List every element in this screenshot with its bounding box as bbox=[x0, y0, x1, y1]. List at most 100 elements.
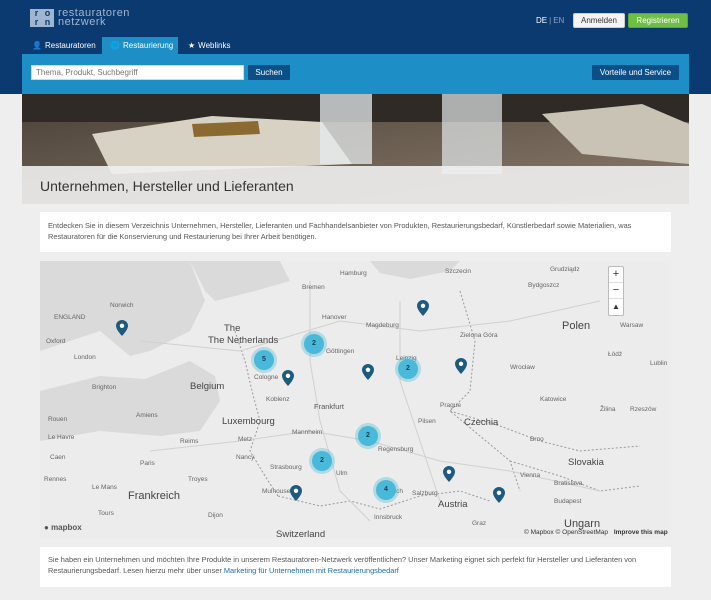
map-label-frankreich: Frankreich bbox=[128, 490, 180, 502]
map-label-oxford: Oxford bbox=[46, 338, 66, 345]
map-label-strasbourg: Strasbourg bbox=[270, 464, 302, 471]
map-label-luxembourg: Luxembourg bbox=[222, 416, 275, 427]
map-label-the-netherlands: The Netherlands bbox=[208, 335, 278, 346]
map-label-graz: Graz bbox=[472, 520, 486, 527]
map-label-bydgoszcz: Bydgoszcz bbox=[528, 282, 559, 289]
intro-text: Entdecken Sie in diesem Verzeichnis Unte… bbox=[40, 212, 671, 252]
star-icon: ★ bbox=[188, 41, 196, 50]
map-cluster[interactable]: 4 bbox=[376, 480, 396, 500]
map-cluster[interactable]: 2 bbox=[358, 426, 378, 446]
outro-text: Sie haben ein Unternehmen und möchten Ih… bbox=[40, 547, 671, 587]
map-label-paris: Paris bbox=[140, 460, 156, 467]
map-label-slovakia: Slovakia bbox=[568, 457, 605, 468]
map-attribution: © Mapbox © OpenStreetMap Improve this ma… bbox=[524, 529, 668, 536]
map-label-katowice: Katowice bbox=[540, 396, 567, 403]
improve-map-link[interactable]: Improve this map bbox=[614, 529, 668, 536]
location-pin-icon[interactable] bbox=[282, 370, 294, 386]
map-label-tours: Tours bbox=[98, 510, 115, 517]
location-pin-icon[interactable] bbox=[362, 364, 374, 380]
map-label-brno: Brno bbox=[530, 436, 544, 443]
location-pin-icon[interactable] bbox=[116, 320, 128, 336]
marketing-link[interactable]: Marketing für Unternehmen mit Restaurier… bbox=[224, 566, 399, 575]
register-button[interactable]: Registrieren bbox=[628, 13, 688, 28]
compass-icon[interactable]: ▲ bbox=[609, 299, 623, 315]
map-label-ulm: Ulm bbox=[336, 470, 348, 477]
lang-en[interactable]: EN bbox=[553, 16, 564, 25]
map-canvas: Hamburg Szczecin Grudziądz Norwich Breme… bbox=[40, 261, 668, 539]
map-label-bremen: Bremen bbox=[302, 284, 325, 291]
location-pin-icon[interactable] bbox=[455, 358, 467, 374]
map-label-dijon: Dijon bbox=[208, 512, 223, 519]
map-cluster[interactable]: 5 bbox=[254, 350, 274, 370]
map-label-regensburg: Regensburg bbox=[378, 446, 414, 453]
main-nav: 👤 Restauratoren 🌐 Restaurierung ★ Weblinks bbox=[0, 37, 711, 54]
map-label-reims: Reims bbox=[180, 438, 199, 445]
map-label-metz: Metz bbox=[238, 436, 252, 443]
language-switch: DE | EN bbox=[536, 16, 564, 25]
person-icon: 👤 bbox=[32, 41, 42, 50]
map-label-norwich: Norwich bbox=[110, 302, 134, 309]
lang-de[interactable]: DE bbox=[536, 16, 547, 25]
map-label-vienna: Vienna bbox=[520, 472, 541, 479]
map-label-mulhouse: Mulhouse bbox=[262, 488, 291, 495]
map-label-hanover: Hanover bbox=[322, 314, 347, 321]
search-button[interactable]: Suchen bbox=[248, 65, 290, 80]
location-pin-icon[interactable] bbox=[417, 300, 429, 316]
map[interactable]: Hamburg Szczecin Grudziądz Norwich Breme… bbox=[40, 261, 671, 539]
map-label-hamburg: Hamburg bbox=[340, 270, 367, 277]
map-label-le-havre: Le Havre bbox=[48, 434, 75, 441]
map-label-lodz: Łódź bbox=[608, 351, 622, 358]
search-strip-right bbox=[689, 54, 711, 94]
vorteile-button[interactable]: Vorteile und Service bbox=[592, 65, 679, 80]
map-label-london: London bbox=[74, 354, 96, 361]
search-strip-left bbox=[0, 54, 22, 94]
map-label-czechia: Czechia bbox=[464, 417, 499, 428]
osm-attribution-link[interactable]: © OpenStreetMap bbox=[556, 529, 608, 536]
map-label-cologne: Cologne bbox=[254, 374, 279, 381]
lang-separator: | bbox=[549, 16, 552, 25]
mapbox-attribution-link[interactable]: © Mapbox bbox=[524, 529, 554, 536]
mapbox-logo[interactable]: ● mapbox bbox=[44, 523, 82, 532]
location-pin-icon[interactable] bbox=[290, 485, 302, 501]
map-label-pilsen: Pilsen bbox=[418, 418, 436, 425]
map-label-zilina: Žilina bbox=[600, 404, 616, 413]
map-cluster[interactable]: 2 bbox=[398, 359, 418, 379]
map-label-grudziadz: Grudziądz bbox=[550, 266, 580, 273]
search-bar: Suchen Vorteile und Service bbox=[22, 54, 689, 94]
map-label-amiens: Amiens bbox=[136, 412, 158, 419]
map-label-gottingen: Göttingen bbox=[326, 348, 355, 355]
map-label-szczecin: Szczecin bbox=[445, 268, 471, 275]
map-label-polen: Polen bbox=[562, 320, 590, 332]
location-pin-icon[interactable] bbox=[443, 466, 455, 482]
hero-image: Unternehmen, Hersteller und Lieferanten bbox=[22, 94, 689, 204]
map-label-innsbruck: Innsbruck bbox=[374, 514, 403, 521]
map-label-troyes: Troyes bbox=[188, 476, 208, 483]
zoom-out-button[interactable]: − bbox=[609, 283, 623, 299]
tab-restauratoren[interactable]: 👤 Restauratoren bbox=[24, 37, 98, 54]
map-label-wroclaw: Wrocław bbox=[510, 364, 535, 371]
map-cluster[interactable]: 2 bbox=[312, 451, 332, 471]
map-label-nancy: Nancy bbox=[236, 454, 255, 461]
search-input[interactable] bbox=[31, 65, 244, 80]
map-cluster[interactable]: 2 bbox=[304, 334, 324, 354]
top-bar: ro rn restauratoren netzwerk DE | EN Anmel… bbox=[0, 0, 711, 37]
map-label-koblenz: Koblenz bbox=[266, 396, 290, 403]
map-label-caen: Caen bbox=[50, 454, 66, 461]
tab-weblinks[interactable]: ★ Weblinks bbox=[180, 37, 240, 54]
map-label-prague: Prague bbox=[440, 402, 461, 409]
map-label-le-mans: Le Mans bbox=[92, 484, 118, 491]
map-label-salzburg: Salzburg bbox=[412, 490, 438, 497]
globe-icon: 🌐 bbox=[110, 41, 120, 50]
tab-restaurierung[interactable]: 🌐 Restaurierung bbox=[102, 37, 178, 54]
page-title: Unternehmen, Hersteller und Lieferanten bbox=[40, 178, 294, 194]
map-label-bratislava: Bratislava bbox=[554, 480, 583, 487]
logo-mark: ro rn bbox=[30, 9, 54, 27]
location-pin-icon[interactable] bbox=[493, 487, 505, 503]
logo[interactable]: ro rn restauratoren netzwerk bbox=[30, 8, 130, 28]
map-label-budapest: Budapest bbox=[554, 498, 582, 505]
login-button[interactable]: Anmelden bbox=[573, 13, 625, 28]
map-label-the-netherlands-1: The bbox=[224, 323, 240, 334]
map-label-rouen: Rouen bbox=[48, 416, 68, 423]
zoom-in-button[interactable]: + bbox=[609, 267, 623, 283]
map-label-mannheim: Mannheim bbox=[292, 429, 322, 436]
